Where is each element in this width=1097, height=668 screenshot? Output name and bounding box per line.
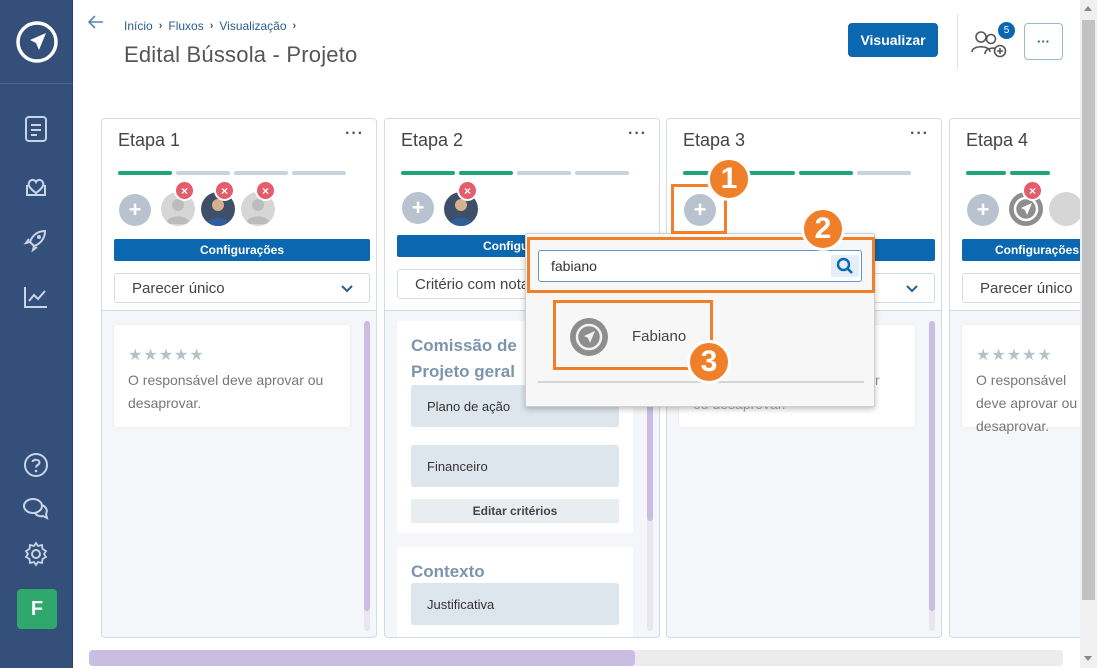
help-icon[interactable]	[21, 450, 51, 480]
remove-reviewer-icon[interactable]: ×	[1022, 180, 1043, 201]
column-scrollbar[interactable]	[364, 321, 370, 631]
stage-title: Etapa 1	[118, 130, 181, 150]
scroll-up-icon[interactable]	[1084, 6, 1092, 11]
reviewer-avatar	[1049, 192, 1080, 226]
criteria-group-title: Comissão de Projeto geral	[411, 336, 517, 381]
users-count-badge: 5	[996, 20, 1017, 41]
chat-icon[interactable]	[21, 494, 51, 524]
edit-criteria-button[interactable]: Editar critérios	[411, 499, 619, 523]
chart-icon[interactable]	[21, 282, 51, 312]
chevron-down-icon	[890, 274, 934, 302]
gear-icon[interactable]	[21, 539, 51, 569]
breadcrumb-visualizacao[interactable]: Visualização	[219, 19, 286, 33]
sidebar: F	[0, 0, 73, 668]
result-avatar	[570, 318, 608, 356]
more-options-button[interactable]: ···	[1024, 23, 1063, 60]
configuracoes-button[interactable]: Configurações	[114, 239, 370, 261]
breadcrumb: Início › Fluxos › Visualização ›	[124, 19, 296, 33]
add-reviewer-button[interactable]: +	[119, 194, 151, 226]
add-reviewer-button[interactable]: +	[684, 194, 716, 226]
chevron-right-icon: ›	[158, 20, 163, 32]
remove-reviewer-icon[interactable]: ×	[174, 180, 195, 201]
column-scrollbar[interactable]	[929, 321, 935, 631]
breadcrumb-fluxos[interactable]: Fluxos	[168, 19, 203, 33]
remove-reviewer-icon[interactable]: ×	[457, 180, 478, 201]
header-divider	[957, 14, 958, 70]
document-icon[interactable]	[21, 114, 51, 144]
select-value: Parecer único	[980, 280, 1073, 297]
star-rating-icon: ★★★★★	[976, 347, 1053, 364]
rule-description-hidden: r	[875, 372, 880, 388]
user-avatar[interactable]: F	[17, 589, 57, 629]
scroll-down-icon[interactable]	[1084, 656, 1092, 661]
select-value: Critério com nota	[415, 276, 530, 293]
stage-menu-icon[interactable]: ···	[628, 125, 647, 143]
compass-logo-icon	[15, 20, 58, 63]
stage-progress	[401, 171, 629, 175]
remove-reviewer-icon[interactable]: ×	[255, 180, 276, 201]
criteria-item[interactable]: Justificativa	[411, 583, 619, 625]
hand-heart-icon[interactable]	[21, 170, 51, 200]
stage-progress	[118, 171, 346, 175]
rule-description: O responsável deve aprovar ou desaprovar…	[976, 372, 1078, 434]
view-button[interactable]: Visualizar	[848, 23, 938, 57]
remove-reviewer-icon[interactable]: ×	[214, 180, 235, 201]
stage-menu-icon[interactable]: ···	[910, 125, 929, 143]
stage-title: Etapa 3	[683, 130, 746, 150]
rule-description: O responsável deve aprovar ou desaprovar…	[128, 372, 324, 411]
board-horizontal-scrollbar[interactable]	[89, 650, 1063, 666]
reviewer-search-input[interactable]	[539, 251, 821, 281]
scrollbar-thumb[interactable]	[89, 650, 635, 666]
add-reviewer-button[interactable]: +	[402, 192, 434, 224]
stage-title: Etapa 4	[966, 130, 1029, 150]
chevron-down-icon	[325, 274, 369, 302]
select-value: Parecer único	[132, 280, 225, 297]
stage-column-1: Etapa 1 ··· + × × × Configurações Parece…	[101, 118, 377, 638]
evaluation-type-select[interactable]: Parecer único	[962, 273, 1080, 303]
reviewer-search-field	[538, 250, 862, 282]
configuracoes-button[interactable]: Configurações	[962, 239, 1080, 261]
add-reviewer-button[interactable]: +	[967, 194, 999, 226]
evaluation-rule-card: ★★★★★ O responsável deve aprovar ou desa…	[114, 325, 350, 427]
criteria-item[interactable]: Financeiro	[411, 445, 619, 487]
stage-column-4: Etapa 4 + × Configurações Parecer único …	[949, 118, 1080, 638]
callout-number-2: 2	[801, 207, 845, 251]
evaluation-rule-card: ★★★★★ O responsável deve aprovar ou desa…	[962, 325, 1080, 434]
search-icon	[836, 257, 853, 274]
page-title: Edital Bússola - Projeto	[124, 42, 358, 67]
compass-logo-icon	[575, 323, 603, 351]
page-header: Início › Fluxos › Visualização › Edital …	[73, 0, 1080, 84]
criteria-group-title: Contexto	[411, 562, 485, 581]
criteria-group-card: Contexto Justificativa	[397, 547, 633, 637]
stage-menu-icon[interactable]: ···	[345, 125, 364, 143]
back-arrow-icon[interactable]	[87, 14, 105, 35]
stage-title: Etapa 2	[401, 130, 464, 150]
search-button[interactable]	[831, 255, 859, 277]
scrollbar-thumb[interactable]	[1082, 20, 1095, 600]
callout-number-1: 1	[707, 157, 751, 201]
callout-number-3: 3	[687, 340, 731, 384]
breadcrumb-inicio[interactable]: Início	[124, 19, 153, 33]
rocket-icon[interactable]	[21, 225, 51, 255]
chevron-right-icon: ›	[292, 20, 297, 32]
result-name: Fabiano	[632, 328, 687, 345]
page-vertical-scrollbar[interactable]	[1080, 0, 1097, 668]
app-logo[interactable]	[0, 0, 73, 84]
evaluation-type-select[interactable]: Parecer único	[114, 273, 370, 303]
star-rating-icon: ★★★★★	[128, 347, 205, 364]
stage-progress	[966, 171, 1050, 175]
chevron-right-icon: ›	[209, 20, 214, 32]
